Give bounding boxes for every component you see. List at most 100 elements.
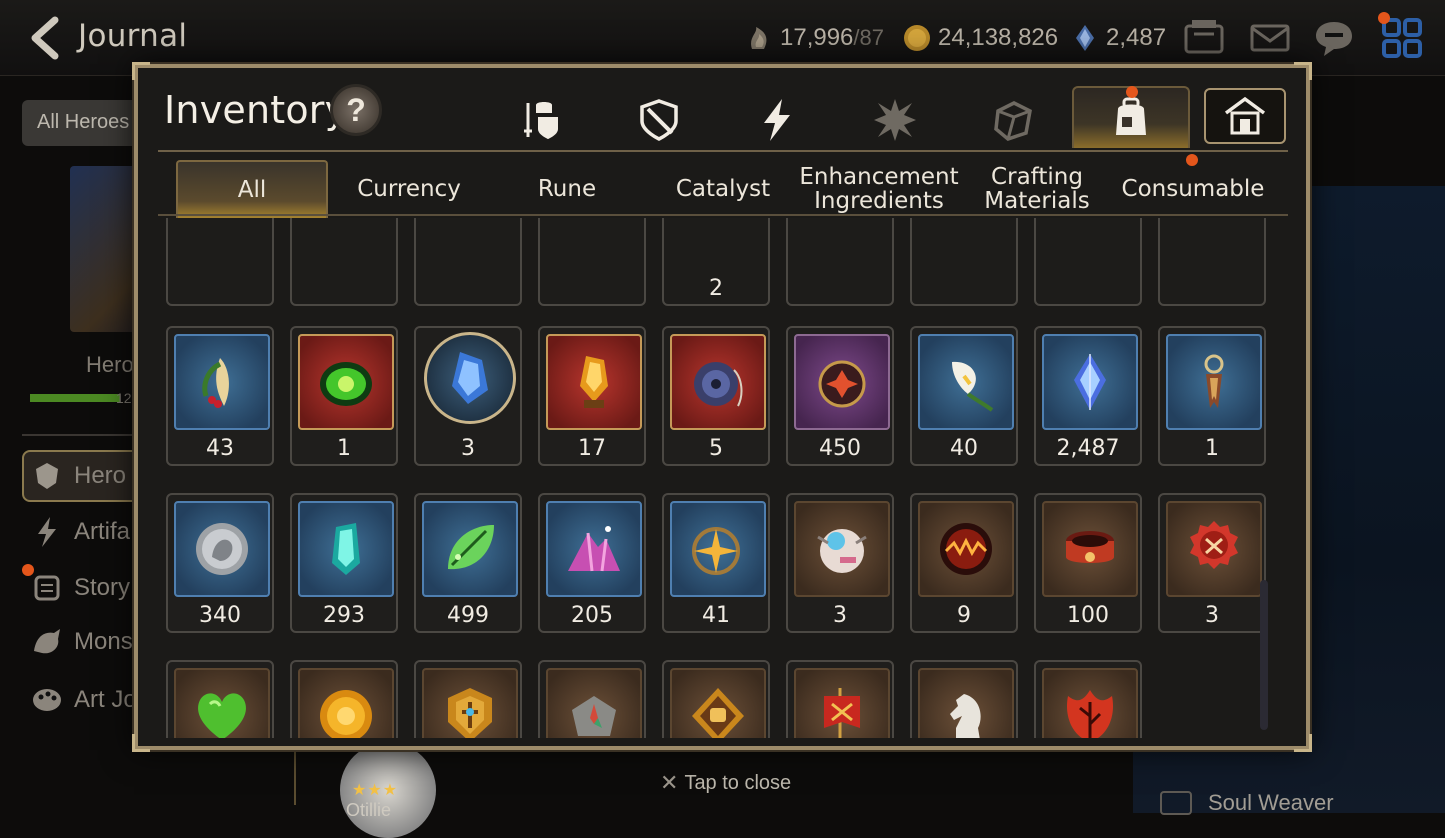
divider xyxy=(22,434,142,436)
inventory-item[interactable]: 3 xyxy=(414,326,522,466)
subtab-consumable[interactable]: Consumable xyxy=(1118,160,1268,218)
item-thumbnail xyxy=(794,501,890,597)
item-thumbnail xyxy=(174,668,270,738)
inventory-item[interactable] xyxy=(166,218,274,306)
scrollbar[interactable] xyxy=(1260,580,1268,730)
subtab-currency[interactable]: Currency xyxy=(334,160,484,218)
menu-story[interactable]: Story xyxy=(30,568,130,608)
inventory-item[interactable] xyxy=(290,218,398,306)
inventory-item[interactable]: 2,487 xyxy=(1034,326,1142,466)
inventory-item[interactable]: 9 xyxy=(910,493,1018,633)
subtab-catalyst[interactable]: Catalyst xyxy=(648,160,798,218)
amber-crystal-icon xyxy=(580,356,608,408)
hero-stars: ★★★ xyxy=(352,782,399,799)
back-arrow-icon xyxy=(31,16,59,60)
inventory-item[interactable]: 17 xyxy=(538,326,646,466)
tab-equipment[interactable] xyxy=(510,90,572,150)
menu-artifact[interactable]: Artifa xyxy=(30,512,130,552)
back-button[interactable] xyxy=(22,14,66,62)
menu-hero-journal[interactable]: Hero J xyxy=(22,450,152,502)
inventory-item[interactable]: 1,015 xyxy=(166,660,274,738)
progress-bar xyxy=(30,394,120,402)
inventory-item[interactable]: 100 xyxy=(1034,493,1142,633)
inventory-item[interactable]: 5 xyxy=(786,660,894,738)
inventory-item[interactable]: 1 xyxy=(1158,326,1266,466)
subtab-label: Crafting xyxy=(991,164,1083,190)
menu-monster[interactable]: Monst xyxy=(30,622,139,662)
inventory-item[interactable]: 469 xyxy=(662,660,770,738)
inventory-item[interactable]: 2 xyxy=(662,218,770,306)
inventory-item[interactable]: 340 xyxy=(166,493,274,633)
inventory-item[interactable]: 205 xyxy=(538,493,646,633)
chat-icon[interactable] xyxy=(1312,16,1356,60)
item-thumbnail xyxy=(298,668,394,738)
inventory-item[interactable] xyxy=(1034,218,1142,306)
inventory-item[interactable]: 3 xyxy=(786,493,894,633)
tab-dice[interactable] xyxy=(982,90,1044,150)
inventory-item[interactable]: 5 xyxy=(662,326,770,466)
item-quantity: 499 xyxy=(447,603,489,628)
tab-storage[interactable] xyxy=(1204,88,1286,144)
tap-to-close[interactable]: ✕ Tap to close xyxy=(660,770,791,796)
subtab-crafting-materials[interactable]: Crafting Materials xyxy=(962,160,1112,218)
inventory-item[interactable]: 24,138,826 xyxy=(290,660,398,738)
inventory-item[interactable] xyxy=(414,218,522,306)
shop-icon[interactable] xyxy=(1182,16,1226,60)
item-quantity: 41 xyxy=(702,603,730,628)
inventory-item[interactable]: 1 xyxy=(290,326,398,466)
item-quantity: 3 xyxy=(833,603,847,628)
tab-skill[interactable] xyxy=(746,90,808,150)
golden-shield-icon xyxy=(448,688,492,738)
inventory-item[interactable]: 499 xyxy=(414,493,522,633)
class-icon xyxy=(1160,791,1192,815)
item-quantity: 293 xyxy=(323,603,365,628)
mail-icon[interactable] xyxy=(1248,16,1292,60)
inventory-item[interactable]: 450 xyxy=(786,326,894,466)
subtab-enhancement-ingredients[interactable]: Enhancement Ingredients xyxy=(799,160,958,218)
item-thumbnail xyxy=(918,334,1014,430)
item-quantity: 205 xyxy=(571,603,613,628)
gold-display[interactable]: 24,138,826 xyxy=(902,22,1058,54)
subtab-label: All xyxy=(237,177,267,203)
skystone-icon xyxy=(1070,23,1100,53)
item-quantity: 3 xyxy=(461,436,475,461)
tab-artifact[interactable] xyxy=(628,90,690,150)
inventory-item[interactable] xyxy=(538,218,646,306)
item-thumbnail xyxy=(670,501,766,597)
skystone-display[interactable]: 2,487 xyxy=(1070,22,1166,54)
inventory-item[interactable]: 2,123 xyxy=(1034,660,1142,738)
stamina-value: 17,996 xyxy=(780,24,854,51)
subtab-label: Currency xyxy=(357,176,461,202)
subtab-all[interactable]: All xyxy=(176,160,328,218)
notification-dot xyxy=(1378,12,1390,24)
house-icon xyxy=(1224,96,1266,135)
frame-corner xyxy=(1294,734,1312,752)
stamina-display[interactable]: 17,996 /87 xyxy=(744,22,884,54)
inventory-item[interactable] xyxy=(1158,218,1266,306)
shield-slash-icon xyxy=(640,99,678,141)
inventory-item[interactable]: 40 xyxy=(910,326,1018,466)
lightning-icon xyxy=(764,99,790,141)
subtab-rune[interactable]: Rune xyxy=(492,160,642,218)
item-quantity: 2 xyxy=(709,276,723,301)
monster-icon xyxy=(30,625,64,659)
decor-line xyxy=(294,750,296,805)
inventory-item[interactable]: 43 xyxy=(166,326,274,466)
item-thumbnail xyxy=(1166,501,1262,597)
soul-weaver-item[interactable]: Soul Weaver xyxy=(1160,790,1334,816)
inventory-item[interactable]: 17,996 xyxy=(910,660,1018,738)
item-thumbnail xyxy=(670,334,766,430)
inventory-item[interactable]: 293 xyxy=(290,493,398,633)
bookmark-icon xyxy=(1204,354,1224,408)
inventory-item[interactable]: 3 xyxy=(1158,493,1266,633)
subtab-label: Rune xyxy=(537,176,597,202)
gold-coin-icon xyxy=(320,690,372,738)
help-button[interactable]: ? xyxy=(330,84,382,136)
inventory-item[interactable]: 41 xyxy=(662,493,770,633)
inventory-item[interactable]: 200 xyxy=(414,660,522,738)
menu-art-journal[interactable]: Art Jo xyxy=(30,680,137,720)
tab-special[interactable] xyxy=(864,90,926,150)
inventory-item[interactable] xyxy=(786,218,894,306)
inventory-item[interactable] xyxy=(910,218,1018,306)
inventory-item[interactable]: 16 xyxy=(538,660,646,738)
